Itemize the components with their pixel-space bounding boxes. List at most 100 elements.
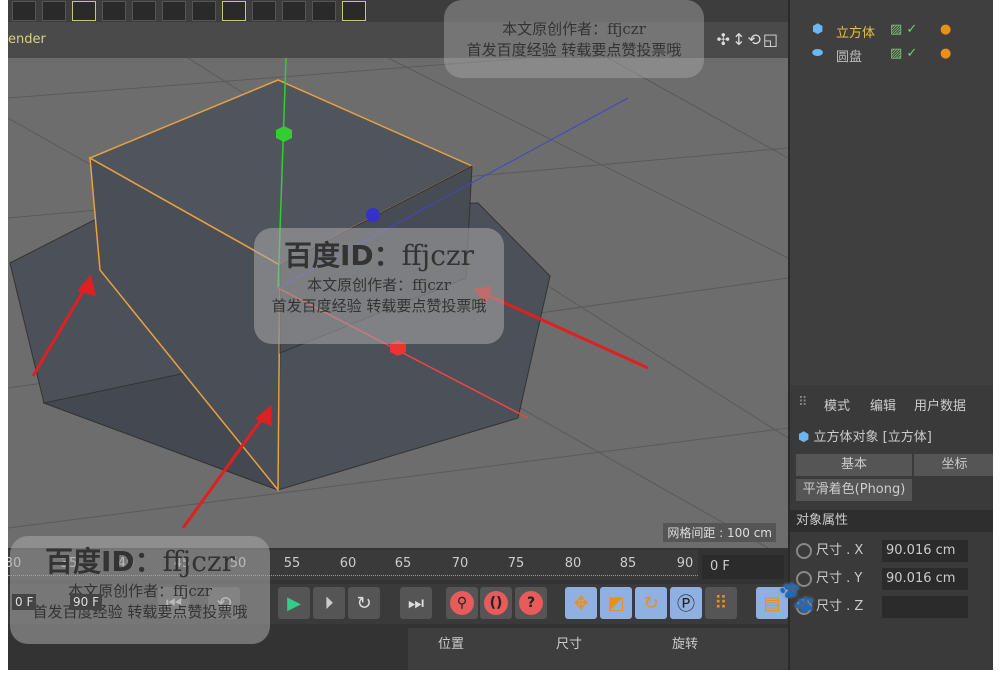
position-header: 位置 (438, 637, 465, 652)
question-icon: ? (519, 591, 543, 615)
rotate-icon: ↻ (643, 592, 659, 614)
parameter-key-button[interactable]: Ⓟ (670, 587, 702, 619)
z-handle-icon (366, 208, 380, 222)
size-header: 尺寸 (556, 637, 583, 652)
cinema4d-window: ender ✣↕⟲◱ 网格间距: 100 cm 55 60 65 70 75 … (8, 0, 993, 670)
disc-icon: ⬬ (812, 46, 824, 61)
object-name: 圆盘 (836, 50, 863, 65)
play-icon: ▶ (287, 592, 301, 614)
wm-id: ffjczr (162, 545, 236, 578)
auto-key-icon: () (484, 591, 508, 615)
start-frame-field[interactable]: 0 F (12, 594, 37, 610)
phong-tag-icon[interactable]: ● (940, 22, 951, 37)
wm-id: ffjczr (401, 239, 475, 272)
grid-spacing-label: 网格间距 : 100 cm (663, 523, 776, 542)
tick-label: 70 (451, 556, 469, 571)
right-panel: ⬢ 立方体 ▨ ✓ ● ⬬ 圆盘 ▨ ✓ ● ⠿ 模式 编辑 用户数据 ⬢ 立方… (788, 0, 993, 670)
next-frame-icon: ⏵ (324, 592, 334, 614)
tick-label: 90 (676, 556, 694, 571)
visible-check-icon[interactable]: ▨ ✓ (890, 46, 917, 61)
size-x-input[interactable]: 90.016 cm (882, 540, 968, 562)
attributes-menu: ⠿ 模式 编辑 用户数据 (790, 392, 993, 414)
render-button[interactable] (42, 1, 66, 21)
play-button[interactable]: ▶ (278, 587, 310, 619)
key-icon: ⚲ (450, 591, 474, 615)
rotation-header: 旋转 (672, 637, 699, 652)
tick-label: 65 (394, 556, 412, 571)
wm-author: 本文原创作者：ffjczr (502, 20, 646, 38)
object-row-disc[interactable]: ⬬ 圆盘 ▨ ✓ ● (790, 46, 993, 68)
p-icon: Ⓟ (677, 594, 695, 615)
tab-basic[interactable]: 基本 (796, 454, 912, 476)
toolbar-button[interactable] (12, 1, 36, 21)
wm-author: 本文原创作者：ffjczr (68, 582, 212, 600)
baidu-jingyan-logo: 🐾 (778, 580, 816, 615)
next-frame-button[interactable]: ⏵ (313, 587, 345, 619)
object-title-text: 立方体对象 [立方体] (813, 430, 932, 445)
rotation-key-button[interactable]: ↻ (635, 587, 667, 619)
animate-radio[interactable] (796, 542, 812, 559)
position-key-button[interactable]: ✥ (565, 587, 597, 619)
wm-notice: 首发百度经验 转载要点赞投票哦 (466, 41, 682, 59)
deformer-button[interactable] (252, 1, 276, 21)
tab-phong[interactable]: 平滑着色(Phong) (796, 479, 912, 501)
go-end-icon: ⏭ (407, 592, 425, 614)
menu-edit[interactable]: 编辑 (870, 395, 896, 414)
visible-check-icon[interactable]: ▨ ✓ (890, 22, 917, 37)
end-frame-field[interactable]: 90 F (70, 594, 102, 610)
menu-user-data[interactable]: 用户数据 (914, 395, 966, 414)
spline-tool-button[interactable] (162, 1, 186, 21)
auto-key-button[interactable]: () (480, 587, 512, 619)
tick-label: 80 (564, 556, 582, 571)
section-header: 对象属性 (790, 510, 993, 532)
size-z-input[interactable] (882, 596, 968, 618)
grid-dots-icon: ⠿ (714, 592, 728, 614)
watermark-top: 本文原创作者：ffjczr 首发百度经验 转载要点赞投票哦 (444, 0, 704, 78)
tick-label: 55 (283, 556, 301, 571)
record-key-button[interactable]: ⚲ (446, 587, 478, 619)
cube-icon: ⬢ (798, 430, 810, 445)
move-icon: ✥ (573, 592, 589, 614)
size-x-row: 尺寸 . X 90.016 cm (796, 540, 968, 562)
viewport-nav-icons[interactable]: ✣↕⟲◱ (717, 30, 780, 49)
go-end-button[interactable]: ⏭ (400, 587, 432, 619)
keyframe-selection-button[interactable]: ? (515, 587, 547, 619)
watermark-center: 百度ID：ffjczr 本文原创作者：ffjczr 首发百度经验 转载要点赞投票… (254, 228, 504, 344)
tick-label: 60 (339, 556, 357, 571)
nurbs-tool-button[interactable] (192, 1, 216, 21)
tab-coordinates[interactable]: 坐标 (914, 454, 993, 476)
menu-mode[interactable]: 模式 (824, 395, 850, 414)
grip-icon: ⠿ (798, 395, 808, 410)
wm-notice: 首发百度经验 转载要点赞投票哦 (32, 603, 248, 621)
tick-label: 85 (619, 556, 637, 571)
wm-id-label: 百度ID： (283, 239, 402, 272)
light-button[interactable] (342, 1, 366, 21)
render-settings-button[interactable] (102, 1, 126, 21)
array-tool-button[interactable] (222, 1, 246, 21)
render-view-button[interactable] (72, 1, 96, 21)
loop-button[interactable]: ↻ (348, 587, 380, 619)
viewport-menu-render[interactable]: ender (8, 32, 46, 47)
floor-button[interactable] (282, 1, 306, 21)
cube-icon: ⬢ (812, 22, 824, 37)
cube-tool-button[interactable] (132, 1, 156, 21)
prop-label: 尺寸 . Z (816, 599, 864, 614)
coordinates-panel: 位置 尺寸 旋转 (408, 628, 788, 670)
tick-label: 75 (507, 556, 525, 571)
prop-label: 尺寸 . Y (816, 571, 863, 586)
prop-label: 尺寸 . X (816, 543, 864, 558)
watermark-bottom: 百度ID：ffjczr 本文原创作者：ffjczr 首发百度经验 转载要点赞投票… (10, 536, 270, 644)
point-level-key-button[interactable]: ⠿ (705, 587, 737, 619)
wm-author: 本文原创作者：ffjczr (307, 276, 451, 294)
current-frame-field[interactable]: 0 F (702, 555, 784, 579)
phong-tag-icon[interactable]: ● (940, 46, 951, 61)
camera-button[interactable] (312, 1, 336, 21)
scale-key-button[interactable]: ◩ (600, 587, 632, 619)
object-name: 立方体 (836, 26, 876, 41)
loop-icon: ↻ (356, 592, 372, 614)
size-y-input[interactable]: 90.016 cm (882, 568, 968, 590)
object-row-cube[interactable]: ⬢ 立方体 ▨ ✓ ● (790, 22, 993, 44)
wm-notice: 首发百度经验 转载要点赞投票哦 (271, 297, 487, 315)
wm-id-label: 百度ID： (44, 545, 163, 578)
scale-icon: ◩ (607, 592, 625, 614)
